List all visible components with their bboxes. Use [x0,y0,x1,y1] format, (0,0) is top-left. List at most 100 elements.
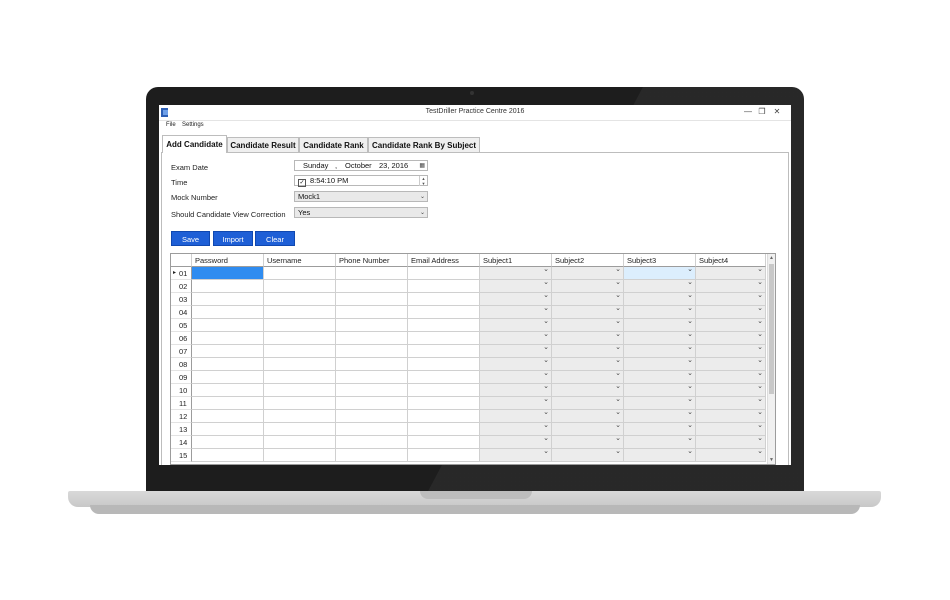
save-button[interactable]: Save [171,231,210,246]
subject-combo-cell[interactable] [552,382,624,397]
subject-combo-cell[interactable] [624,317,696,332]
grid-cell[interactable] [336,397,408,410]
subject-combo-cell[interactable] [696,447,766,462]
grid-cell[interactable] [192,332,264,345]
subject-combo-cell[interactable] [480,447,552,462]
grid-cell[interactable] [192,436,264,449]
subject-combo-cell[interactable] [696,434,766,449]
row-header[interactable]: 08 [171,358,192,371]
scroll-up-icon[interactable]: ▲ [768,254,775,262]
grid-cell[interactable] [264,384,336,397]
grid-cell[interactable] [192,371,264,384]
grid-cell[interactable] [192,449,264,462]
row-header[interactable]: 06 [171,332,192,345]
subject-combo-cell[interactable] [552,304,624,319]
grid-cell[interactable] [408,371,480,384]
row-header[interactable]: 10 [171,384,192,397]
grid-cell[interactable] [192,267,264,280]
grid-cell[interactable] [336,306,408,319]
time-checkbox[interactable]: ✓ [298,179,306,187]
grid-cell[interactable] [264,410,336,423]
grid-cell[interactable] [192,423,264,436]
grid-cell[interactable] [264,306,336,319]
grid-cell[interactable] [192,319,264,332]
subject-combo-cell[interactable] [552,447,624,462]
grid-cell[interactable] [336,384,408,397]
subject-combo-cell[interactable] [480,382,552,397]
grid-cell[interactable] [264,293,336,306]
subject-combo-cell[interactable] [480,291,552,306]
grid-cell[interactable] [264,332,336,345]
tab-candidate-rank[interactable]: Candidate Rank [299,137,368,152]
column-header-username[interactable]: Username [264,254,336,267]
row-header[interactable]: 13 [171,423,192,436]
subject-combo-cell[interactable] [624,382,696,397]
grid-cell[interactable] [264,449,336,462]
grid-cell[interactable] [408,293,480,306]
row-header[interactable]: 01 ▸ [171,267,192,280]
row-header[interactable]: 14 [171,436,192,449]
tab-add-candidate[interactable]: Add Candidate [162,135,227,153]
subject-combo-cell[interactable] [696,369,766,384]
grid-cell[interactable] [408,410,480,423]
subject-combo-cell[interactable] [480,356,552,371]
grid-cell[interactable] [264,371,336,384]
subject-combo-cell[interactable] [552,343,624,358]
grid-scrollbar[interactable]: ▲ ▼ [767,254,775,464]
grid-cell[interactable] [408,345,480,358]
grid-cell[interactable] [408,449,480,462]
subject-combo-cell[interactable] [480,408,552,423]
grid-cell[interactable] [336,345,408,358]
subject-combo-cell[interactable] [552,434,624,449]
subject-combo-cell[interactable] [696,343,766,358]
grid-cell[interactable] [336,410,408,423]
row-header[interactable]: 11 [171,397,192,410]
subject-combo-cell[interactable] [696,395,766,410]
subject-combo-cell[interactable] [624,421,696,436]
import-button[interactable]: Import [213,231,253,246]
grid-cell[interactable] [192,280,264,293]
subject-combo-cell[interactable] [624,395,696,410]
grid-cell[interactable] [264,397,336,410]
row-header[interactable]: 04 [171,306,192,319]
subject-combo-cell[interactable] [480,304,552,319]
subject-combo-cell[interactable] [552,291,624,306]
subject-combo-cell[interactable] [480,265,552,280]
clear-button[interactable]: Clear [255,231,295,246]
subject-combo-cell[interactable] [552,421,624,436]
view-correction-select[interactable]: Yes ⌄ [294,207,428,218]
grid-cell[interactable] [192,293,264,306]
subject-combo-cell[interactable] [480,278,552,293]
grid-cell[interactable] [264,436,336,449]
grid-cell[interactable] [408,436,480,449]
grid-cell[interactable] [264,267,336,280]
grid-cell[interactable] [408,332,480,345]
grid-cell[interactable] [336,423,408,436]
subject-combo-cell[interactable] [696,356,766,371]
column-header-subject2[interactable]: Subject2 [552,254,624,267]
tab-candidate-rank-by-subject[interactable]: Candidate Rank By Subject [368,137,480,152]
subject-combo-cell[interactable] [696,408,766,423]
grid-cell[interactable] [336,293,408,306]
column-header-phone-number[interactable]: Phone Number [336,254,408,267]
grid-cell[interactable] [192,306,264,319]
minimize-icon[interactable]: — [742,107,754,117]
row-header[interactable]: 09 [171,371,192,384]
tab-candidate-result[interactable]: Candidate Result [227,137,299,152]
exam-date-picker[interactable]: Sunday , October 23, 2016 ▦ [294,160,428,171]
subject-combo-cell[interactable] [480,317,552,332]
subject-combo-cell[interactable] [480,395,552,410]
row-header[interactable]: 05 [171,319,192,332]
row-header[interactable]: 02 [171,280,192,293]
subject-combo-cell[interactable] [552,408,624,423]
subject-combo-cell[interactable] [480,330,552,345]
grid-cell[interactable] [408,397,480,410]
column-header-subject4[interactable]: Subject4 [696,254,766,267]
subject-combo-cell[interactable] [624,408,696,423]
grid-cell[interactable] [264,319,336,332]
grid-cell[interactable] [408,319,480,332]
subject-combo-cell[interactable] [480,421,552,436]
subject-combo-cell[interactable] [552,317,624,332]
menu-file[interactable]: File [166,122,176,128]
subject-combo-cell[interactable] [624,356,696,371]
